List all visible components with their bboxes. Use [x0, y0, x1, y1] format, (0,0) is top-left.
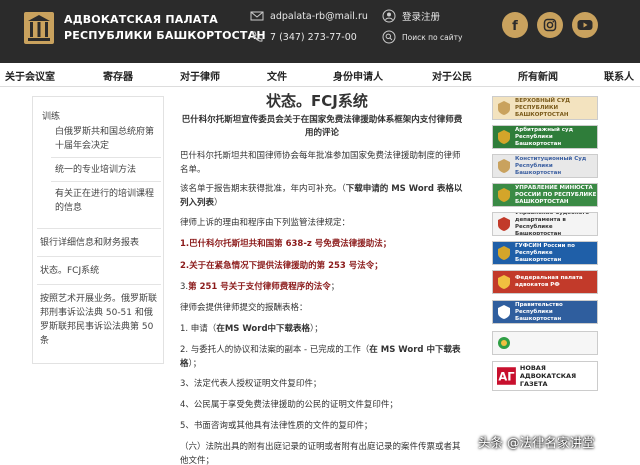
paragraph-regulations: 律师上诉的理由和程序由下列监管法律规定： [180, 218, 351, 228]
email-contact[interactable]: adpalata-rb@mail.ru [250, 9, 368, 23]
phone-contact[interactable]: 7 (347) 273-77-00 [250, 30, 357, 44]
banner-ministry-of-justice[interactable]: УПРАВЛЕНИЕ МИНЮСТА РОССИИ ПО РЕСПУБЛИКЕ … [492, 183, 598, 207]
main-navigation: 关于会议室 寄存器 对于律师 文件 身份申请人 对于公民 所有新闻 联系人 [0, 63, 640, 87]
banner-government[interactable]: Правительство Республики Башкортостан [492, 300, 598, 324]
email-text: adpalata-rb@mail.ru [270, 10, 368, 22]
emblem-icon [498, 188, 510, 202]
facebook-icon: f [512, 19, 518, 32]
law-item-3: 3.第 251 号关于支付律师费程序的法令； [180, 282, 340, 292]
law-link-3[interactable]: 第 251 号关于支付律师费程序的法令 [188, 282, 331, 292]
banner-arbitration-court[interactable]: Арбитражный суд Республики Башкортостан [492, 125, 598, 149]
search-icon [382, 30, 396, 44]
banner-constitutional-court[interactable]: Конституционный Суд Республики Башкортос… [492, 154, 598, 178]
youtube-icon [577, 20, 593, 30]
sidebar-sub-training-courses[interactable]: 有关正在进行的培训课程的信息 [55, 187, 159, 215]
nav-for-lawyers[interactable]: 对于律师 [180, 68, 220, 83]
divider [51, 157, 161, 158]
divider [37, 228, 161, 229]
youtube-button[interactable] [572, 12, 598, 38]
instagram-icon [543, 18, 557, 32]
sidebar-section-training[interactable]: 训练 [42, 109, 60, 122]
sidebar-item-criminal-procedure[interactable]: 按照艺术开展业务。俄罗斯联邦刑事诉讼法典 50-51 和俄罗斯联邦民事诉讼法典第… [40, 292, 160, 348]
download-application-form-link[interactable]: 在MS Word中下载表格 [216, 324, 310, 334]
doc-item-1: 1. 申请（在MS Word中下载表格）； [180, 324, 323, 334]
paragraph-list-approval: 该名单于报告期末获得批准，年内可补充。（下载申请的 MS Word 表格以列入列… [180, 184, 463, 208]
svg-text:АГ: АГ [498, 370, 514, 384]
login-link[interactable]: 登录注册 [382, 9, 440, 23]
emblem-icon [498, 337, 510, 349]
nav-for-citizens[interactable]: 对于公民 [432, 68, 472, 83]
banner-federal-bar-chamber[interactable]: Федеральная палата адвокатов РФ [492, 270, 598, 294]
emblem-icon [498, 130, 510, 144]
site-search[interactable]: Поиск по сайту [382, 30, 462, 44]
doc-item-4: 4、公民属于享受免费法律援助的公民的证明文件复印件； [180, 400, 398, 410]
divider [51, 181, 161, 182]
banner-republic[interactable] [492, 331, 598, 355]
nav-contacts[interactable]: 联系人 [604, 68, 634, 83]
nav-applicants[interactable]: 身份申请人 [333, 68, 383, 83]
search-label: Поиск по сайту [402, 32, 463, 42]
emblem-icon [498, 159, 510, 173]
phone-text: 7 (347) 273-77-00 [270, 31, 357, 43]
nav-registers[interactable]: 寄存器 [103, 68, 133, 83]
nav-about-chamber[interactable]: 关于会议室 [5, 68, 55, 83]
gazette-logo-icon: АГ [497, 367, 516, 385]
doc-item-3: 3、法定代表人授权证明文件复印件； [180, 379, 322, 389]
phone-icon [252, 31, 263, 42]
paragraph-intro: 巴什科尔托斯坦共和国律师协会每年批准参加国家免费法律援助制度的律师名单。 [180, 151, 461, 175]
login-label: 登录注册 [402, 12, 441, 23]
site-header: АДВОКАТСКАЯ ПАЛАТА РЕСПУБЛИКИ БАШКОРТОСТ… [0, 0, 640, 63]
doc-item-2: 2. 与委托人的协议和法案的副本 - 已完成的工作（在 MS Word 中下载表… [180, 345, 461, 369]
emblem-icon [498, 246, 510, 260]
banner-fsin[interactable]: ГУФСИН России по Республике Башкортостан [492, 241, 598, 265]
facebook-button[interactable]: f [502, 12, 528, 38]
emblem-icon [498, 101, 510, 115]
banner-new-bar-gazette[interactable]: АГ НОВАЯ АДВОКАТСКАЯ ГАЗЕТА [492, 361, 598, 391]
paragraph-forms: 律师会提供律师提交的报酬表格： [180, 303, 308, 313]
banner-judicial-department[interactable]: Управление Судебного департамента в Респ… [492, 212, 598, 236]
page-title: 状态。FCJ系统 [266, 92, 368, 110]
law-link-1[interactable]: 1.巴什科尔托斯坦共和国第 638-z 号免费法律援助法； [180, 238, 466, 252]
emblem-icon [498, 275, 510, 289]
page-subtitle: 巴什科尔托斯坦宣传委员会关于在国家免费法律援助体系框架内支付律师费用的评论 [181, 115, 463, 138]
sidebar-item-bank-details[interactable]: 银行详细信息和财务报表 [40, 236, 160, 250]
law-link-2[interactable]: 2.关于在紧急情况下提供法律援助的第 253 号法令； [180, 260, 466, 274]
doc-item-5: 5、书面咨询或其他具有法律性质的文件的复印件； [180, 421, 373, 431]
sidebar-item-fcj-system[interactable]: 状态。FCJ系统 [40, 264, 160, 278]
user-icon [382, 9, 396, 23]
emblem-icon [498, 305, 510, 319]
sidebar-sub-training-method[interactable]: 统一的专业培训方法 [55, 163, 159, 177]
banner-supreme-court[interactable]: ВЕРХОВНЫЙ СУД РЕСПУБЛИКИ БАШКОРТОСТАН [492, 96, 598, 120]
divider [37, 256, 161, 257]
sidebar-sub-congress-decision[interactable]: 白俄罗斯共和国总统府第十届年会决定 [55, 125, 159, 153]
svg-text:f: f [512, 19, 518, 32]
nav-documents[interactable]: 文件 [267, 68, 287, 83]
doc-item-6: （六）法院出具的附有出庭记录的证明或者附有出庭记录的案件传票或者其他文件； [180, 442, 461, 465]
mail-icon [250, 11, 264, 21]
bar-association-logo[interactable] [22, 10, 56, 46]
nav-all-news[interactable]: 所有新闻 [518, 68, 558, 83]
instagram-button[interactable] [537, 12, 563, 38]
watermark: 头条 @法律名家讲堂 [478, 435, 595, 450]
sidebar-menu: 训练 白俄罗斯共和国总统府第十届年会决定 统一的专业培训方法 有关正在进行的培训… [32, 96, 164, 364]
divider [37, 284, 161, 285]
organization-name[interactable]: АДВОКАТСКАЯ ПАЛАТА РЕСПУБЛИКИ БАШКОРТОСТ… [64, 12, 266, 44]
emblem-icon [498, 217, 510, 231]
